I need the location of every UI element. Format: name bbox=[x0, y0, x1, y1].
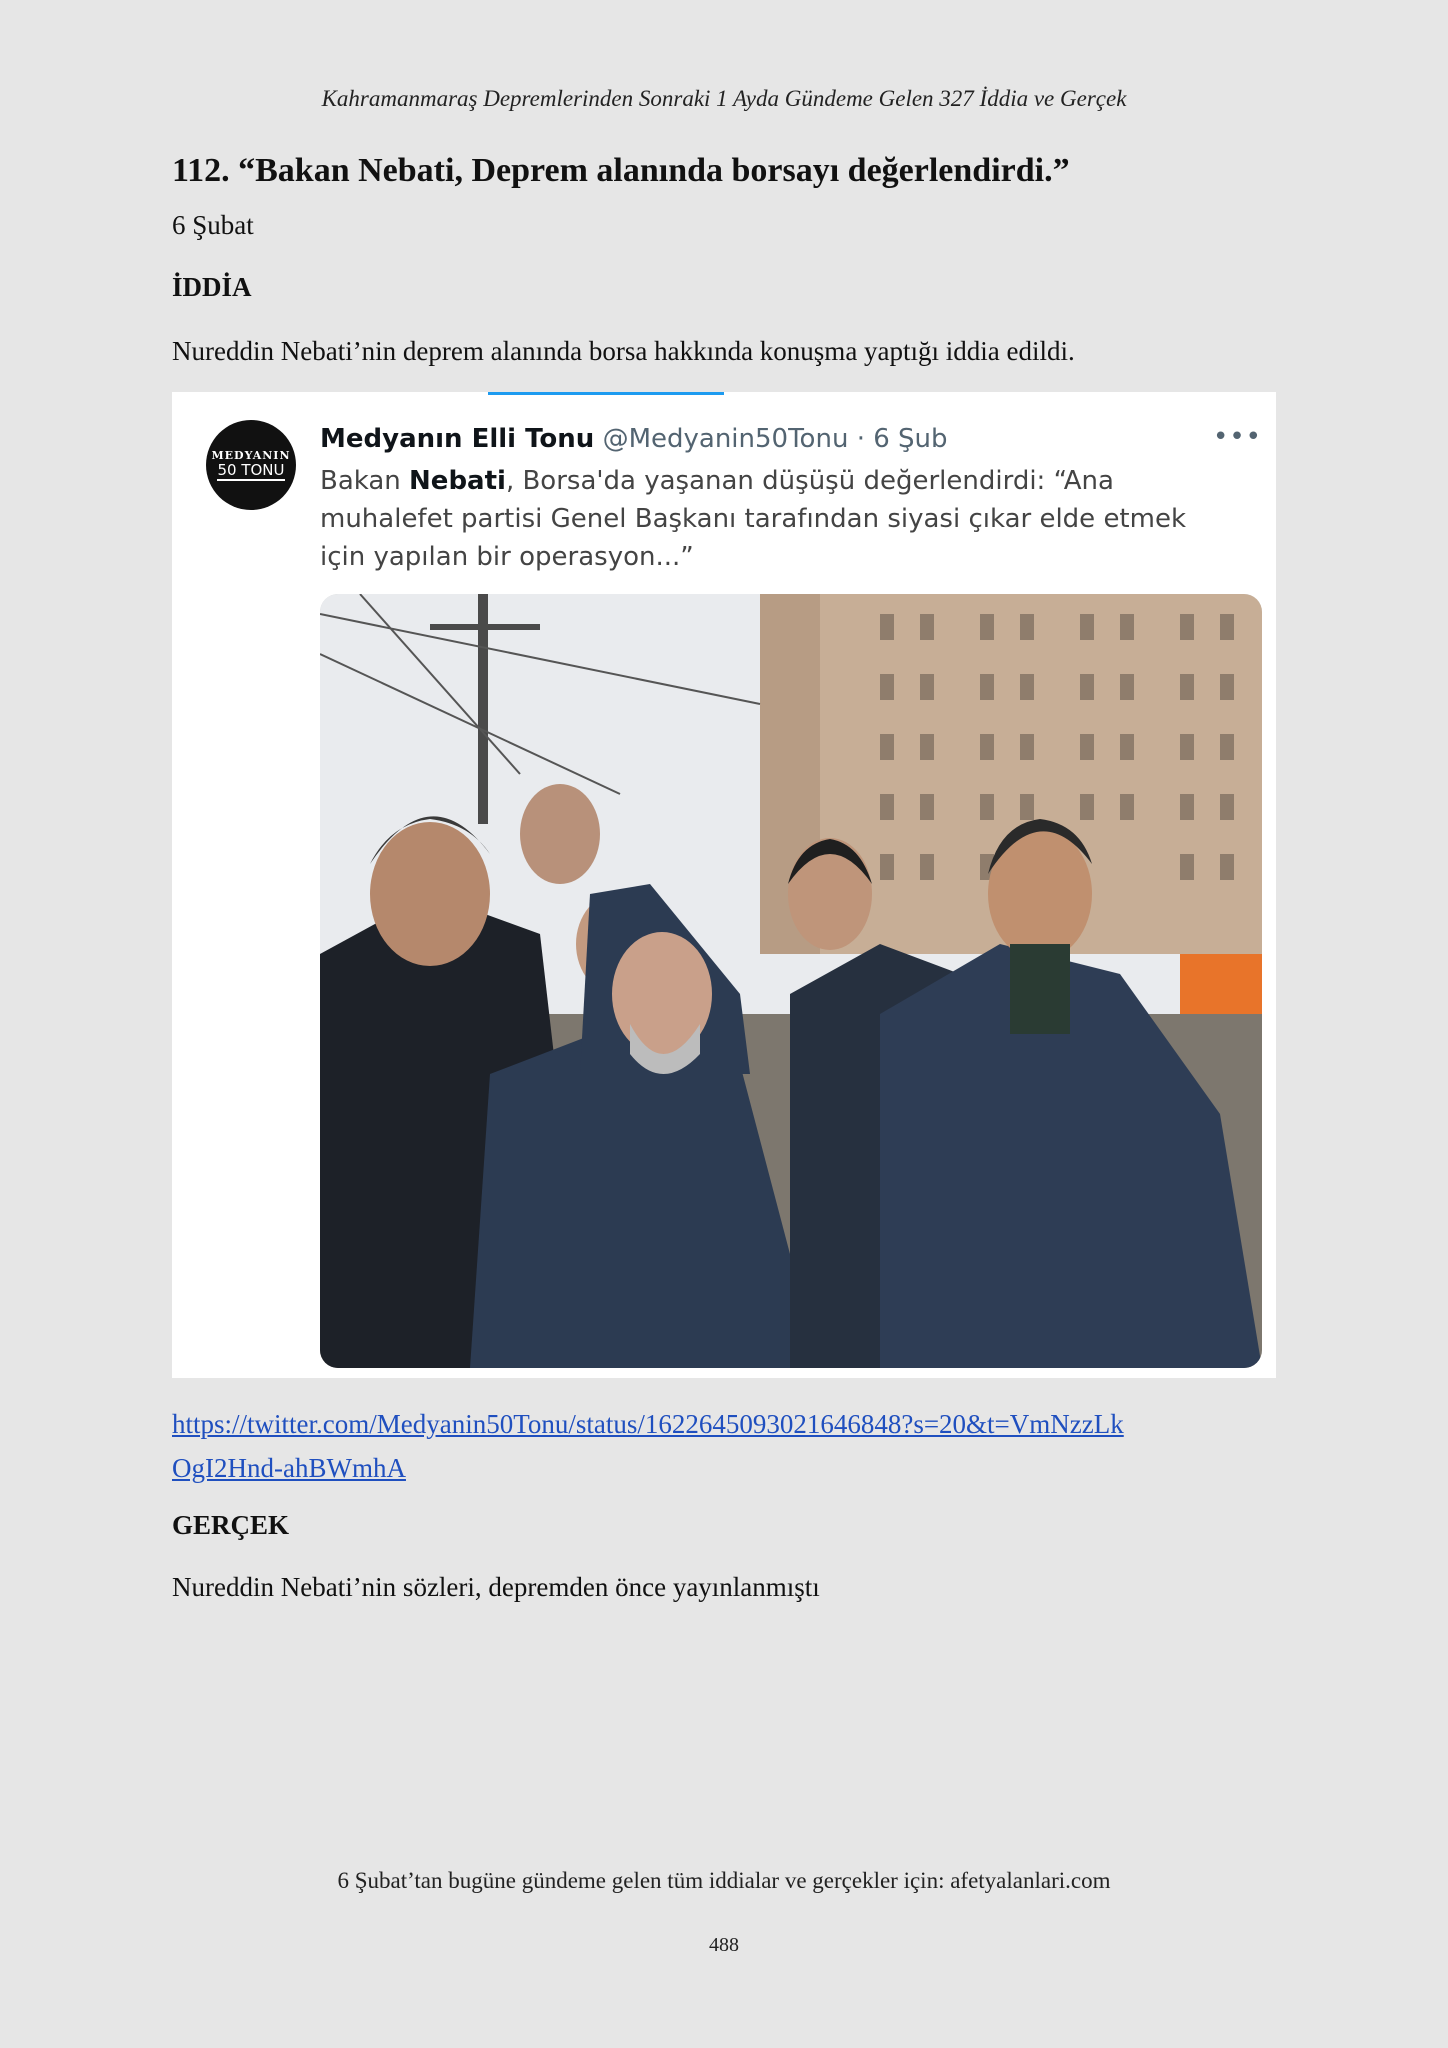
tweet-screenshot: MEDYANIN 50 TONU Medyanın Elli Tonu @Med… bbox=[172, 392, 1276, 1378]
page-number: 488 bbox=[709, 1934, 739, 1956]
tweet-text-part1: Bakan bbox=[320, 466, 410, 496]
tweet-timestamp[interactable]: 6 Şub bbox=[873, 424, 947, 454]
tweet-photo[interactable] bbox=[320, 594, 1262, 1368]
claim-text: Nureddin Nebati’nin deprem alanında bors… bbox=[172, 336, 1075, 366]
fact-text: Nureddin Nebati’nin sözleri, depremden ö… bbox=[172, 1572, 820, 1602]
tweet-avatar[interactable]: MEDYANIN 50 TONU bbox=[206, 420, 296, 510]
avatar-logo-line1: MEDYANIN bbox=[211, 448, 291, 462]
tweet-text-bold: Nebati bbox=[409, 466, 506, 496]
footer-text: 6 Şubat’tan bugüne gündeme gelen tüm idd… bbox=[337, 1868, 1111, 1893]
article-date: 6 Şubat bbox=[172, 210, 254, 240]
source-link-line1[interactable]: https://twitter.com/Medyanin50Tonu/statu… bbox=[172, 1409, 1124, 1439]
claim-heading: İDDİA bbox=[172, 272, 252, 302]
photo-illustration bbox=[320, 594, 1262, 1368]
tweet-header: Medyanın Elli Tonu @Medyanin50Tonu · 6 Ş… bbox=[320, 424, 948, 454]
tweet-text: Bakan Nebati, Borsa'da yaşanan düşüşü de… bbox=[320, 462, 1220, 576]
source-link-line2[interactable]: OgI2Hnd-ahBWmhA bbox=[172, 1453, 406, 1483]
tweet-separator: · bbox=[856, 424, 865, 454]
source-link[interactable]: https://twitter.com/Medyanin50Tonu/statu… bbox=[172, 1402, 1282, 1490]
tweet-author-handle[interactable]: @Medyanin50Tonu bbox=[603, 424, 849, 454]
more-options-icon[interactable]: ••• bbox=[1213, 422, 1262, 452]
tweet-author-name[interactable]: Medyanın Elli Tonu bbox=[320, 424, 594, 454]
tweet-top-divider bbox=[488, 392, 724, 395]
avatar-logo-line2: 50 TONU bbox=[217, 460, 285, 481]
fact-heading: GERÇEK bbox=[172, 1510, 290, 1540]
article-title: 112. “Bakan Nebati, Deprem alanında bors… bbox=[172, 152, 1070, 189]
running-header: Kahramanmaraş Depremlerinden Sonraki 1 A… bbox=[321, 86, 1127, 111]
